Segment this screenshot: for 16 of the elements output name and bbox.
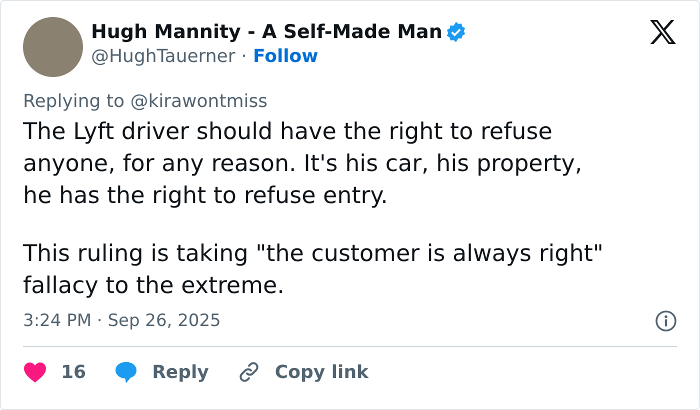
follow-link[interactable]: Follow [253,46,318,67]
reply-button[interactable]: Reply [114,360,209,384]
like-button[interactable]: 16 [23,361,86,383]
x-logo-icon[interactable] [649,19,677,45]
speech-bubble-icon [114,360,138,384]
tweet-paragraph: The Lyft driver should have the right to refuse anyone, for any reason. It's his car, his property, he has the right to refuse entry. [23,118,584,211]
separator: · [241,46,248,67]
link-icon [236,360,261,384]
replying-to-text: Replying to @kirawontmiss [23,91,269,112]
author-handle: @HughTauerner [91,46,236,67]
copy-button[interactable]: Copy link [236,360,369,384]
tweet-paragraph: This ruling is taking "the customer is always right" fallacy to the extreme. [23,240,604,301]
author-name: Hugh Mannity - A Self-Made Man [91,21,442,43]
info-icon[interactable] [655,310,677,332]
heart-icon [23,361,47,383]
timestamp[interactable]: 3:24 PM · Sep 26, 2025 [23,311,221,331]
